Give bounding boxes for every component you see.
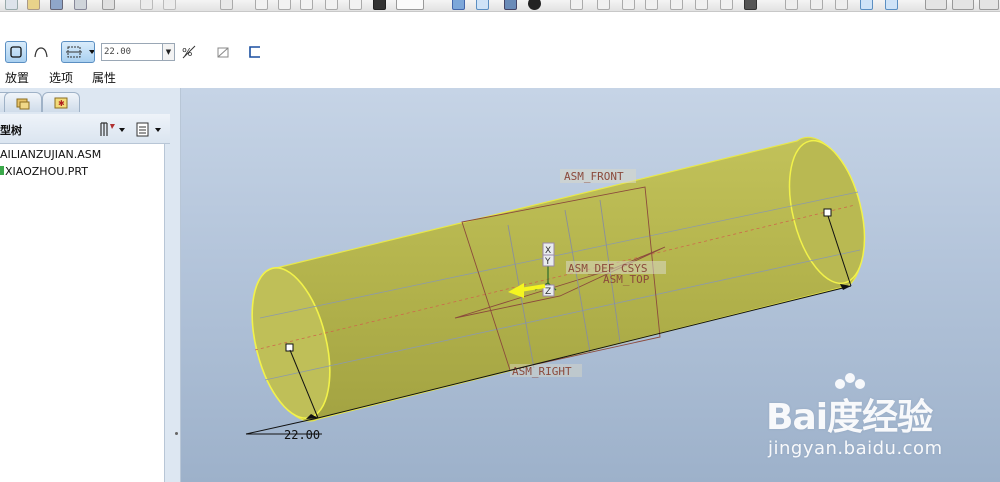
depth-value-field[interactable]: 22.00 [101, 43, 163, 61]
no-hidden-icon[interactable] [744, 0, 757, 10]
sketch-drag-handle[interactable] [285, 343, 294, 352]
copy-icon[interactable] [255, 0, 268, 10]
window-icon[interactable] [373, 0, 386, 10]
thicken-sketch-icon [249, 46, 260, 58]
datum-label-front[interactable]: ASM_FRONT [560, 169, 636, 183]
favorites-icon: ✱ [54, 97, 68, 108]
spin-center-icon[interactable] [476, 0, 489, 10]
depth-drag-handle[interactable] [823, 208, 832, 217]
select-box-icon[interactable] [349, 0, 362, 10]
svg-text:ASM_TOP: ASM_TOP [603, 273, 650, 286]
tree-item-label: AILIANZUJIAN.ASM [0, 148, 102, 161]
model-tree-title: 型树 [0, 124, 22, 137]
baidu-watermark: Bai度经验 jingyan.baidu.com [740, 372, 980, 472]
svg-text:✱: ✱ [58, 99, 65, 108]
paste-icon[interactable] [278, 0, 291, 10]
blind-depth-icon [66, 46, 94, 58]
svg-text:ASM_FRONT: ASM_FRONT [564, 170, 624, 183]
hidden-line-icon[interactable] [720, 0, 733, 10]
tree-item-part[interactable]: XIAOZHOU.PRT [0, 165, 88, 178]
part-icon [0, 166, 4, 175]
layers-icon[interactable] [670, 0, 683, 10]
undo-icon[interactable] [140, 0, 153, 10]
annotation-display-icon[interactable] [885, 0, 898, 10]
navigator-tabs: ✱ [0, 88, 180, 114]
email-icon[interactable] [102, 0, 115, 10]
paste-special-icon[interactable] [300, 0, 313, 10]
solid-button[interactable] [5, 41, 27, 63]
remove-material-icon [217, 47, 229, 58]
svg-text:Y: Y [544, 257, 551, 267]
show-columns-button[interactable] [134, 120, 164, 138]
datum-label-top[interactable]: ASM_TOP [603, 273, 650, 286]
depth-dropdown-arrow[interactable]: ▼ [163, 43, 175, 61]
watermark-url: jingyan.baidu.com [768, 438, 943, 459]
print-icon[interactable] [74, 0, 87, 10]
remove-material-button[interactable] [212, 41, 234, 63]
tab-properties[interactable]: 属性 [92, 69, 116, 86]
tab-folder-browser[interactable] [4, 92, 42, 112]
perspective-icon[interactable] [979, 0, 999, 10]
find-icon[interactable] [325, 0, 338, 10]
model-tree-header: 型树 [0, 114, 170, 144]
spin-display-icon[interactable] [952, 0, 974, 10]
tab-placement[interactable]: 放置 [5, 69, 29, 86]
save-icon[interactable] [50, 0, 63, 10]
orient-icon[interactable] [504, 0, 517, 10]
tree-item-label: XIAOZHOU.PRT [5, 165, 88, 178]
regenerate-icon[interactable] [220, 0, 233, 10]
thicken-sketch-button[interactable] [244, 41, 266, 63]
folder-browser-icon [16, 98, 30, 109]
surface-icon [34, 47, 48, 58]
model-tree-list: AILIANZUJIAN.ASM XIAOZHOU.PRT [0, 144, 165, 482]
datum-label-right[interactable]: ASM_RIGHT [510, 364, 582, 378]
open-file-icon[interactable] [27, 0, 40, 10]
view-manager-icon[interactable] [695, 0, 708, 10]
shading-icon[interactable] [528, 0, 541, 10]
datum-planes-icon[interactable] [785, 0, 798, 10]
new-file-icon[interactable] [5, 0, 18, 10]
saved-views-icon[interactable] [645, 0, 658, 10]
datum-points-icon[interactable] [835, 0, 848, 10]
solid-icon [10, 46, 22, 58]
surface-button[interactable] [30, 41, 52, 63]
extrude-dashboard: 22.00 ▼ % 放置 选项 属性 [0, 12, 1000, 88]
flip-direction-icon: % [182, 45, 196, 59]
tab-favorites[interactable]: ✱ [42, 92, 80, 112]
csys-display-icon[interactable] [860, 0, 873, 10]
watermark-logo: Bai度经验 [766, 397, 933, 438]
flip-direction-button[interactable]: % [178, 41, 200, 63]
zoom-out-icon[interactable] [597, 0, 610, 10]
tree-item-assembly[interactable]: AILIANZUJIAN.ASM [0, 148, 101, 161]
redo-icon[interactable] [163, 0, 176, 10]
depth-option-button[interactable] [61, 41, 95, 63]
datum-axes-icon[interactable] [810, 0, 823, 10]
filter-field-icon[interactable] [396, 0, 424, 10]
svg-text:ASM_RIGHT: ASM_RIGHT [512, 365, 572, 378]
svg-text:Z: Z [545, 287, 551, 297]
zoom-in-icon[interactable] [570, 0, 583, 10]
main-toolbar [0, 0, 1000, 12]
model-display-icon[interactable] [925, 0, 947, 10]
show-columns-icon [136, 122, 161, 137]
panel-splitter-handle[interactable] [175, 432, 178, 435]
tree-settings-button[interactable] [98, 120, 128, 138]
tree-settings-icon [100, 122, 125, 136]
navigator-panel: ✱ 型树 AILIANZUJIAN.ASM XIAOZHOU.PRT [0, 88, 181, 482]
tab-options[interactable]: 选项 [49, 69, 73, 86]
repaint-icon[interactable] [452, 0, 465, 10]
refit-icon[interactable] [622, 0, 635, 10]
dimension-value: 22.00 [284, 428, 320, 442]
